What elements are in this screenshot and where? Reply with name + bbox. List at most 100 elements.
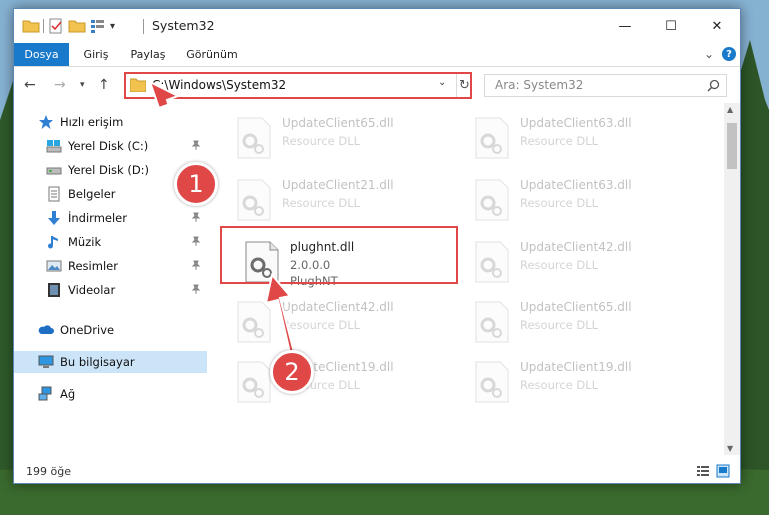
sidebar-item-label: İndirmeler — [68, 211, 127, 225]
file-item[interactable]: UpdateClient19.dll Resource DLL — [468, 353, 688, 409]
tab-view[interactable]: Görünüm — [182, 43, 242, 66]
search-icon[interactable] — [707, 79, 720, 92]
file-item[interactable]: UpdateClient63.dll Resource DLL — [468, 109, 688, 165]
pin-icon[interactable] — [191, 260, 201, 270]
sidebar-item-quick-access[interactable]: Hızlı erişim — [14, 111, 207, 133]
navigation-bar: ← → ▾ ↑ C:\Windows\System32 ⌄ ↻ Ara: Sys… — [14, 67, 740, 103]
tab-home[interactable]: Giriş — [76, 43, 116, 66]
pin-icon[interactable] — [191, 236, 201, 246]
back-arrow-icon[interactable]: ← — [24, 77, 36, 93]
sidebar-item-label: Müzik — [68, 235, 102, 249]
sidebar-item-videos[interactable]: Videolar — [14, 279, 207, 301]
sidebar-item-label: Videolar — [68, 283, 116, 297]
sidebar-item-label: Ağ — [60, 387, 76, 401]
file-item[interactable]: UpdateClient65.dll Resource DLL — [230, 109, 450, 165]
sidebar-item-label: Bu bilgisayar — [60, 355, 135, 369]
file-item[interactable]: UpdateClient42.dll Resource DLL — [230, 293, 450, 349]
music-icon — [48, 236, 58, 249]
file-description: Resource DLL — [520, 258, 599, 272]
file-item[interactable]: UpdateClient19.dll Resource DLL — [230, 353, 450, 409]
file-item[interactable]: UpdateClient63.dll Resource DLL — [468, 171, 688, 227]
network-icon — [38, 386, 52, 401]
pin-icon[interactable] — [191, 140, 201, 150]
tab-file[interactable]: Dosya — [14, 43, 69, 66]
pictures-icon — [46, 260, 62, 272]
file-name: UpdateClient42.dll — [520, 240, 632, 254]
highlight-box — [220, 226, 458, 284]
folder-icon — [130, 78, 146, 92]
close-button[interactable]: ✕ — [694, 9, 740, 43]
file-description: Resource DLL — [282, 196, 361, 210]
file-name: UpdateClient63.dll — [520, 116, 632, 130]
pin-icon[interactable] — [191, 212, 201, 222]
large-icons-view-icon[interactable] — [716, 464, 730, 478]
file-name: UpdateClient21.dll — [282, 178, 394, 192]
file-description: Resource DLL — [282, 134, 361, 148]
folder-icon[interactable] — [22, 17, 40, 35]
file-name: UpdateClient19.dll — [520, 360, 632, 374]
address-bar[interactable]: C:\Windows\System32 ⌄ ↻ — [124, 72, 472, 99]
file-description: Resource DLL — [282, 318, 361, 332]
sidebar-item-downloads[interactable]: İndirmeler — [14, 207, 207, 229]
customize-toolbar-icon[interactable] — [89, 17, 107, 35]
address-dropdown-icon[interactable]: ⌄ — [438, 77, 446, 88]
download-icon — [48, 211, 60, 225]
navigation-pane: Hızlı erişim Yerel Disk (C:) Yerel Disk … — [14, 103, 210, 455]
file-item[interactable]: UpdateClient42.dll Resource DLL — [468, 233, 688, 289]
dll-file-icon — [475, 241, 509, 283]
sidebar-item-onedrive[interactable]: OneDrive — [14, 319, 207, 341]
dll-file-icon — [475, 179, 509, 221]
details-view-icon[interactable] — [696, 464, 710, 478]
refresh-icon[interactable]: ↻ — [456, 74, 472, 97]
ribbon-controls: ⌄ ? — [704, 47, 736, 61]
maximize-button[interactable]: ☐ — [648, 9, 694, 43]
forward-arrow-icon[interactable]: → — [54, 77, 66, 93]
tab-share[interactable]: Paylaş — [126, 43, 170, 66]
sidebar-item-label: Belgeler — [68, 187, 116, 201]
sidebar-item-label: Hızlı erişim — [60, 115, 124, 129]
pin-icon[interactable] — [191, 284, 201, 294]
step-badge-1: 1 — [174, 162, 218, 206]
quick-access-toolbar: ▾ — [22, 17, 115, 35]
computer-icon — [38, 355, 54, 368]
new-folder-icon[interactable] — [68, 17, 86, 35]
file-name: UpdateClient65.dll — [520, 300, 632, 314]
qat-separator — [43, 19, 44, 33]
file-item[interactable]: UpdateClient65.dll Resource DLL — [468, 293, 688, 349]
recent-locations-icon[interactable]: ▾ — [80, 80, 85, 90]
scroll-up-icon[interactable]: ▲ — [727, 105, 733, 114]
file-description: Resource DLL — [520, 318, 599, 332]
status-bar: 199 öğe — [14, 455, 740, 483]
properties-icon[interactable] — [47, 17, 65, 35]
title-bar: ▾ System32 — ☐ ✕ — [14, 9, 740, 43]
sidebar-item-pictures[interactable]: Resimler — [14, 255, 207, 277]
sidebar-item-music[interactable]: Müzik — [14, 231, 207, 253]
dll-file-icon — [237, 179, 271, 221]
sidebar-item-network[interactable]: Ağ — [14, 383, 207, 405]
search-placeholder: Ara: System32 — [495, 78, 584, 92]
chevron-down-icon[interactable]: ▾ — [110, 21, 115, 32]
window-title: System32 — [152, 18, 215, 33]
dll-file-icon — [237, 117, 271, 159]
up-arrow-icon[interactable]: ↑ — [98, 77, 110, 93]
scroll-down-icon[interactable]: ▼ — [727, 444, 733, 453]
file-description: Resource DLL — [520, 196, 599, 210]
file-item[interactable]: UpdateClient21.dll Resource DLL — [230, 171, 450, 227]
vertical-scrollbar[interactable]: ▲ ▼ — [724, 103, 740, 455]
step-badge-2: 2 — [270, 350, 314, 394]
dll-file-icon — [237, 361, 271, 403]
address-path: C:\Windows\System32 — [152, 78, 287, 92]
dll-file-icon — [475, 361, 509, 403]
sidebar-item-this-pc[interactable]: Bu bilgisayar — [14, 351, 207, 373]
minimize-button[interactable]: — — [602, 9, 648, 43]
dll-file-icon — [475, 117, 509, 159]
scrollbar-thumb[interactable] — [727, 123, 737, 169]
sidebar-item-label: Resimler — [68, 259, 118, 273]
ribbon-expand-icon[interactable]: ⌄ — [704, 47, 714, 61]
sidebar-item-local-disk-c[interactable]: Yerel Disk (C:) — [14, 135, 207, 157]
drive-icon — [46, 167, 62, 175]
search-input[interactable]: Ara: System32 — [484, 74, 727, 97]
help-icon[interactable]: ? — [722, 47, 736, 61]
ribbon-tabs: Dosya Giriş Paylaş Görünüm ⌄ ? — [14, 43, 740, 67]
dll-file-icon — [475, 301, 509, 343]
